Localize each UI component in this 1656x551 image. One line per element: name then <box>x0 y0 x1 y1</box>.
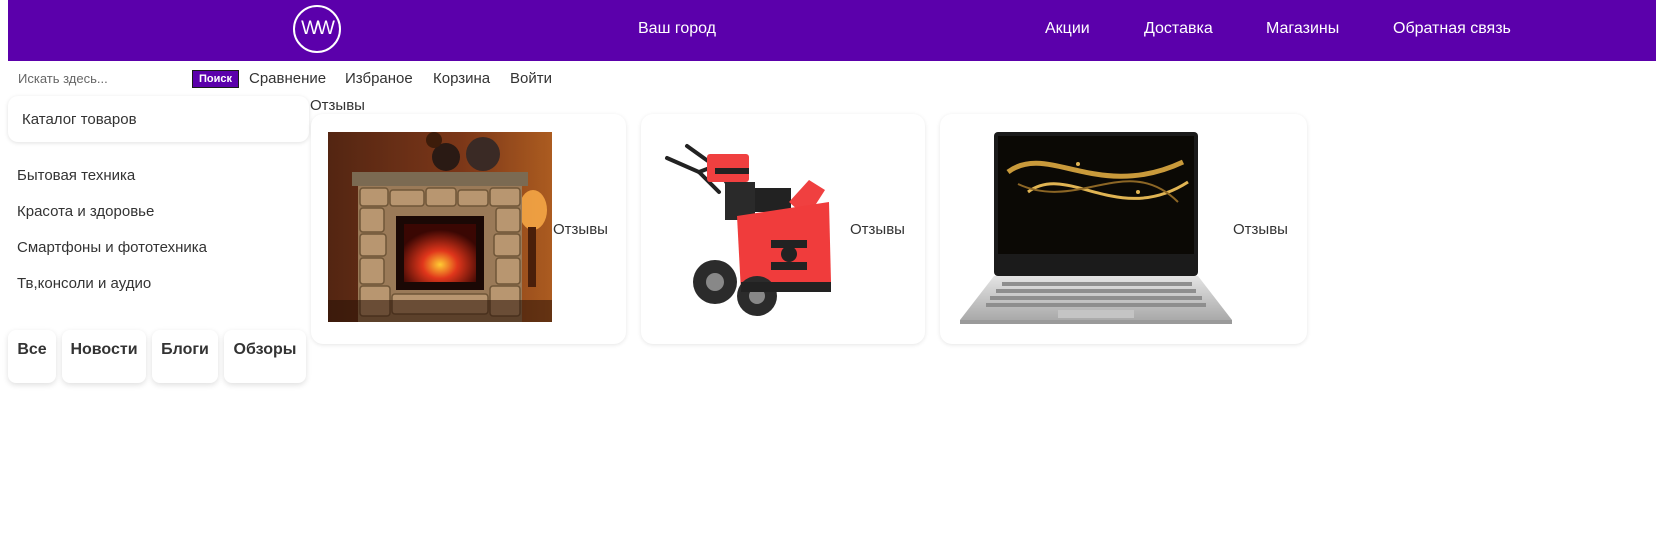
category-tv-consoles-audio[interactable]: Тв,консоли и аудио <box>17 275 151 292</box>
cart-link[interactable]: Корзина <box>433 70 490 87</box>
login-link[interactable]: Войти <box>510 70 552 87</box>
tab-reviews[interactable]: Обзоры <box>224 330 306 383</box>
top-navigation-bar: WW Ваш город Акции Доставка Магазины Обр… <box>8 0 1656 61</box>
tab-news[interactable]: Новости <box>62 330 146 383</box>
category-smartphones-photo[interactable]: Смартфоны и фототехника <box>17 239 207 256</box>
tab-all[interactable]: Все <box>8 330 56 383</box>
nav-link-feedback[interactable]: Обратная связь <box>1393 20 1511 38</box>
reviews-link[interactable]: Отзывы <box>850 221 905 238</box>
product-card[interactable]: Отзывы <box>940 114 1307 344</box>
category-appliances[interactable]: Бытовая техника <box>17 167 135 184</box>
nav-link-stores[interactable]: Магазины <box>1266 20 1339 38</box>
nav-link-delivery[interactable]: Доставка <box>1144 20 1213 38</box>
search-button[interactable]: Поиск <box>192 70 239 88</box>
logo[interactable]: WW <box>293 5 341 53</box>
favorites-link[interactable]: Избраное <box>345 70 413 87</box>
tab-blogs[interactable]: Блоги <box>152 330 218 383</box>
catalog-button[interactable]: Каталог товаров <box>8 96 309 142</box>
search-input[interactable] <box>8 66 194 90</box>
reviews-link[interactable]: Отзывы <box>553 221 608 238</box>
catalog-label: Каталог товаров <box>22 111 137 128</box>
laptop-image <box>958 132 1234 324</box>
city-selector[interactable]: Ваш город <box>638 20 716 38</box>
product-card[interactable]: Отзывы <box>641 114 925 344</box>
snowblower-image <box>659 132 851 324</box>
reviews-link[interactable]: Отзывы <box>1233 221 1288 238</box>
fireplace-image <box>328 132 552 322</box>
category-beauty-health[interactable]: Красота и здоровье <box>17 203 154 220</box>
compare-link[interactable]: Сравнение <box>249 70 326 87</box>
nav-link-promotions[interactable]: Акции <box>1045 20 1090 38</box>
section-title: Отзывы <box>310 97 365 114</box>
product-card[interactable]: Отзывы <box>311 114 626 344</box>
